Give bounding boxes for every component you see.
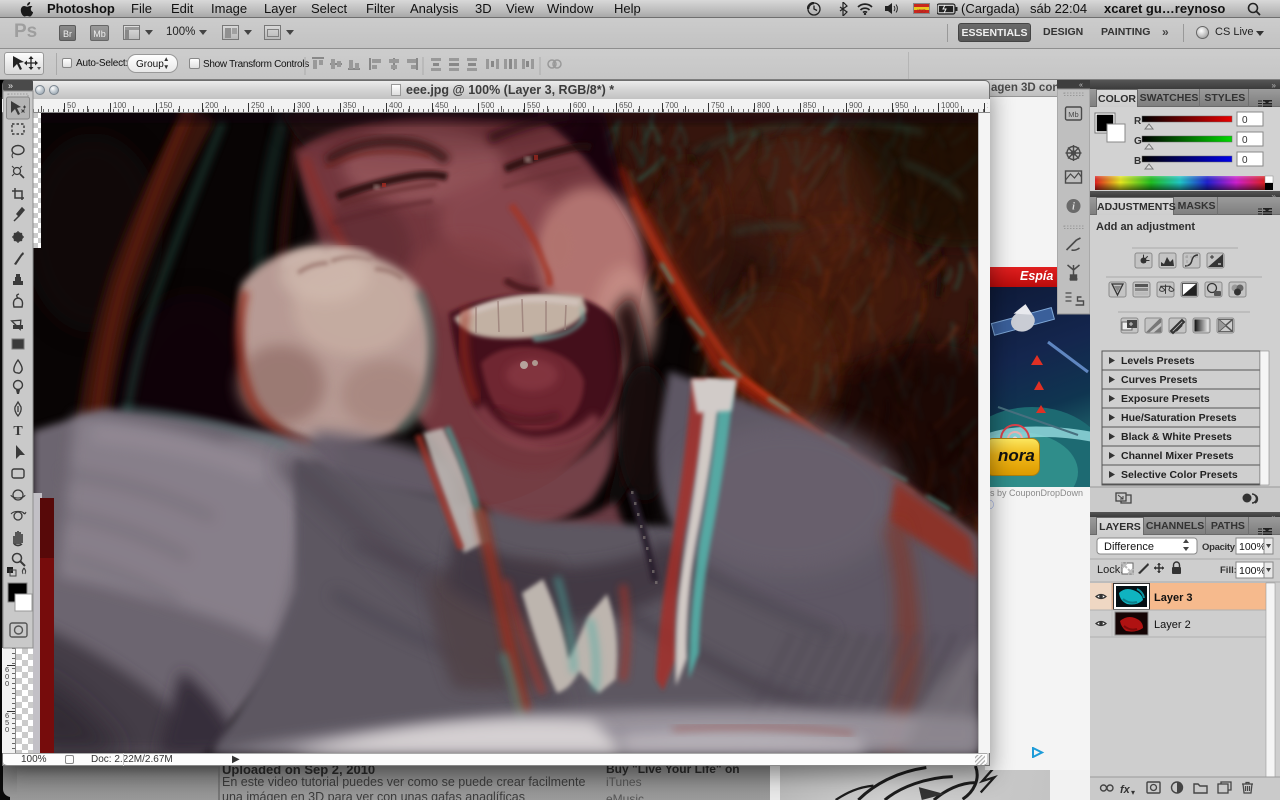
svg-text:900: 900 <box>849 101 863 110</box>
svg-text:450: 450 <box>435 101 449 110</box>
svg-text:0: 0 <box>1242 155 1248 166</box>
svg-text:Exposure Presets: Exposure Presets <box>1121 393 1210 405</box>
svg-text:0: 0 <box>1242 135 1248 146</box>
svg-text:600: 600 <box>573 101 587 110</box>
svg-text:B: B <box>1134 156 1141 167</box>
svg-text:Lock:: Lock: <box>1097 564 1123 576</box>
svg-text:Mb: Mb <box>1068 110 1078 119</box>
svg-text:750: 750 <box>711 101 725 110</box>
svg-text:400: 400 <box>389 101 403 110</box>
svg-text:250: 250 <box>251 101 265 110</box>
svg-text:300: 300 <box>297 101 311 110</box>
svg-text:550: 550 <box>527 101 541 110</box>
svg-text:T: T <box>13 424 23 439</box>
svg-text:100%: 100% <box>1239 541 1266 553</box>
svg-text:Difference: Difference <box>1104 541 1154 553</box>
svg-text:i: i <box>1072 202 1075 213</box>
svg-text:100: 100 <box>113 101 127 110</box>
svg-text:Curves Presets: Curves Presets <box>1121 374 1198 386</box>
svg-text:700: 700 <box>665 101 679 110</box>
svg-text:fx: fx <box>1120 784 1131 796</box>
svg-text:150: 150 <box>159 101 173 110</box>
svg-text:0: 0 <box>5 725 9 734</box>
svg-text:Layer 2: Layer 2 <box>1154 619 1191 631</box>
svg-text:Levels Presets: Levels Presets <box>1121 355 1195 367</box>
svg-text:650: 650 <box>619 101 633 110</box>
svg-text:0: 0 <box>5 679 9 688</box>
svg-text:1000: 1000 <box>941 101 959 110</box>
svg-text:800: 800 <box>757 101 771 110</box>
svg-text:1050: 1050 <box>987 101 988 110</box>
svg-text:Channel Mixer Presets: Channel Mixer Presets <box>1121 450 1234 462</box>
svg-text:Layer 3: Layer 3 <box>1154 592 1193 604</box>
svg-text:350: 350 <box>343 101 357 110</box>
svg-text:200: 200 <box>205 101 219 110</box>
svg-text:R: R <box>1134 116 1142 127</box>
svg-text:50: 50 <box>67 101 76 110</box>
svg-text:G: G <box>1134 136 1142 147</box>
svg-text:«: « <box>1079 82 1083 89</box>
svg-text:Hue/Saturation Presets: Hue/Saturation Presets <box>1121 412 1237 424</box>
svg-text:Black & White Presets: Black & White Presets <box>1121 431 1232 443</box>
svg-text:850: 850 <box>803 101 817 110</box>
svg-text:Add an adjustment: Add an adjustment <box>1096 221 1195 233</box>
svg-text:500: 500 <box>481 101 495 110</box>
svg-text:»: » <box>8 81 13 91</box>
svg-text:Opacity:: Opacity: <box>1202 542 1238 553</box>
svg-text:Fill:: Fill: <box>1220 565 1237 576</box>
svg-text:0: 0 <box>1242 115 1248 126</box>
svg-text:▾: ▾ <box>1131 788 1135 797</box>
svg-text:950: 950 <box>895 101 909 110</box>
svg-text:Selective Color Presets: Selective Color Presets <box>1121 469 1238 481</box>
svg-text:100%: 100% <box>1239 565 1266 577</box>
